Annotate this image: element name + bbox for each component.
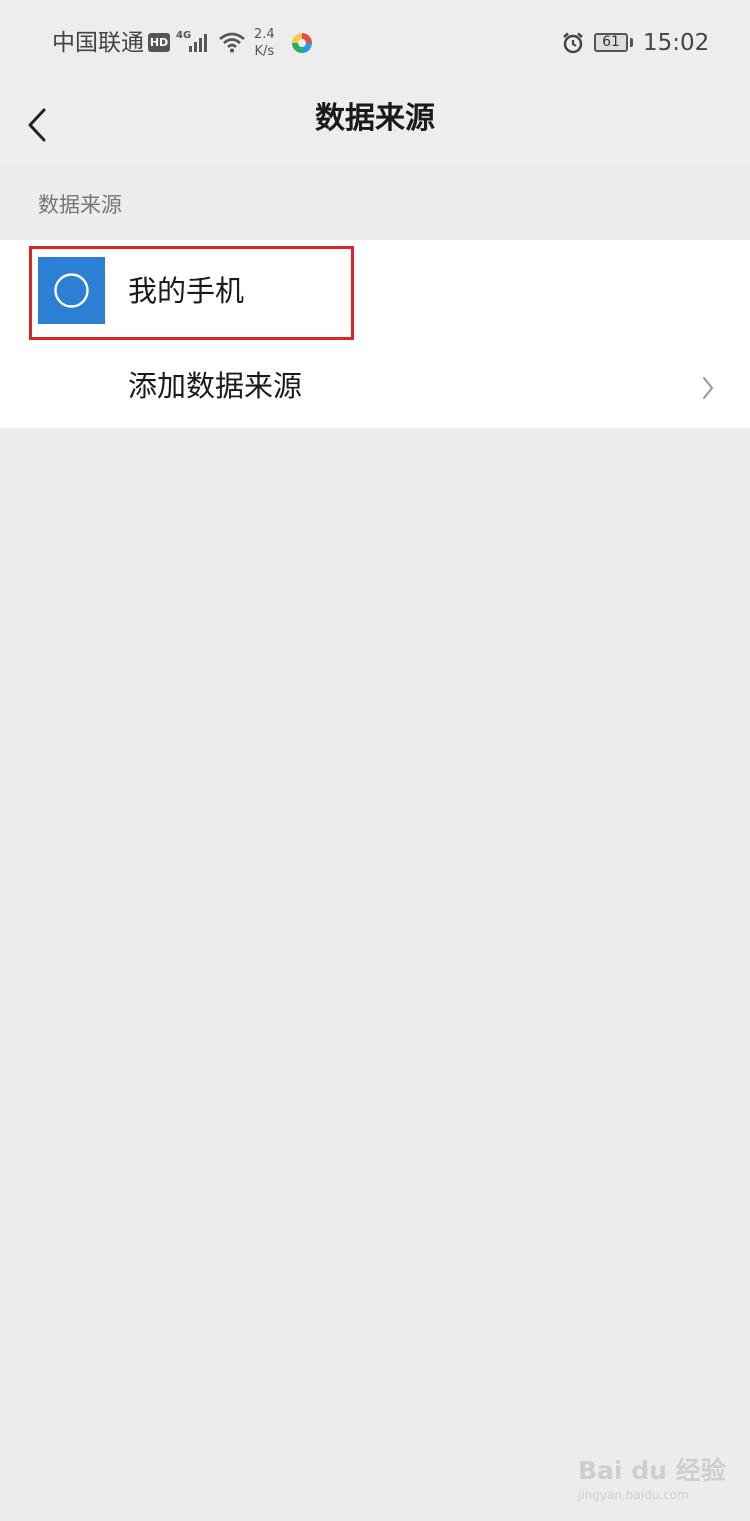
- battery-icon: 61: [594, 33, 628, 52]
- watermark-text: Bai du 经验: [578, 1456, 726, 1485]
- speed-value: 2.4: [254, 27, 275, 42]
- my-phone-label: 我的手机: [128, 274, 245, 308]
- phone-source-icon: [38, 257, 105, 324]
- chevron-left-icon: [28, 108, 46, 142]
- list-item-my-phone[interactable]: 我的手机: [0, 240, 750, 341]
- list-item-add-source[interactable]: [0, 341, 750, 428]
- page-title: 数据来源: [315, 101, 435, 136]
- app-notification-icon: [292, 33, 312, 53]
- battery-tip: [630, 38, 633, 47]
- watermark-logo: Bai du 经验 jingyan.baidu.com: [578, 1440, 738, 1506]
- network-speed: 2.4 K/s: [254, 26, 275, 60]
- data-source-list: 我的手机 添加数据来源: [0, 240, 750, 428]
- watermark-url: jingyan.baidu.com: [578, 1488, 689, 1502]
- chevron-right-icon: [703, 377, 713, 399]
- wifi-icon: [219, 32, 245, 53]
- signal-icon: [189, 34, 207, 52]
- alarm-icon: [563, 32, 583, 54]
- screen: 中国联通 HD 4G 2.4 K/s 61 15:02 数据来源 数据来源 我的…: [0, 0, 750, 1521]
- section-header: 数据来源: [38, 193, 122, 217]
- status-bar: 中国联通 HD 4G 2.4 K/s 61 15:02: [0, 0, 750, 86]
- hd-badge: HD: [148, 33, 170, 52]
- clock: 15:02: [643, 30, 710, 56]
- back-button[interactable]: [14, 94, 64, 156]
- carrier-label: 中国联通: [52, 30, 144, 56]
- speed-unit: K/s: [254, 44, 275, 59]
- nav-bar: 数据来源: [0, 86, 750, 164]
- add-source-label: 添加数据来源: [128, 369, 303, 403]
